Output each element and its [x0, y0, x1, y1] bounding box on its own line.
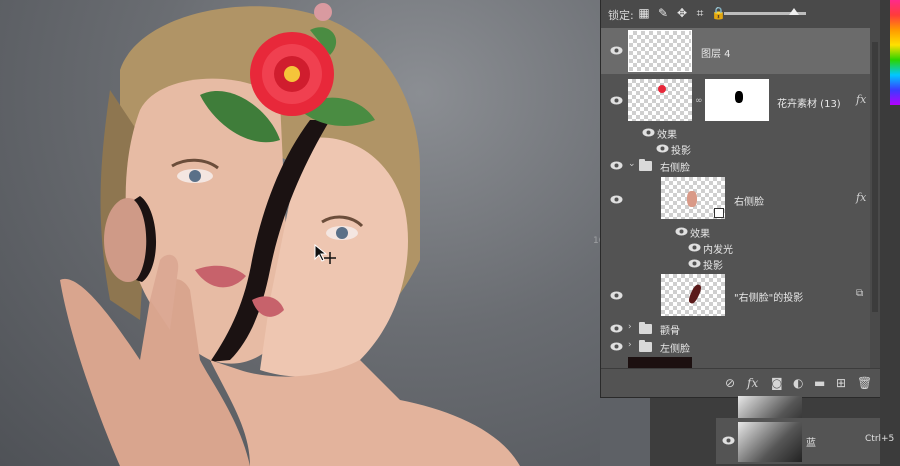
effects-header-row[interactable]: 效果: [601, 223, 871, 240]
layer-thumbnail: [661, 274, 725, 316]
folder-icon[interactable]: ▬: [814, 376, 825, 390]
effect-label: 效果: [657, 130, 677, 141]
layer-thumbnail: [628, 79, 692, 121]
folder-icon: [639, 159, 652, 171]
new-layer-icon[interactable]: ⊞: [836, 376, 846, 390]
layer-thumbnail: [628, 30, 692, 72]
mask-icon[interactable]: ◙: [771, 376, 783, 390]
layer-row-layer4[interactable]: 图层 4: [601, 28, 871, 74]
eye-icon[interactable]: [610, 96, 623, 105]
scrollbar[interactable]: [870, 28, 880, 368]
layer-row-right-face[interactable]: 右侧脸 fx: [601, 175, 871, 223]
panel-toolbar: ⊘ fx ◙ ◐ ▬ ⊞ 🗑: [601, 368, 880, 397]
fx-icon[interactable]: fx: [747, 376, 758, 390]
layers-panel: 锁定: ▦ ✎ ✥ ⌗ 🔒 图层 4 ∞ 花卉素材 (13) fx 效果 投影: [600, 0, 880, 398]
eye-icon[interactable]: [610, 46, 623, 55]
eye-icon[interactable]: [722, 436, 735, 445]
group-name: 左侧脸: [660, 344, 690, 355]
chevron-right-icon[interactable]: ›: [628, 322, 632, 332]
layer-row-right-face-shadow[interactable]: "右侧脸"的投影 ⧉: [601, 272, 871, 318]
chevron-right-icon[interactable]: ›: [628, 340, 632, 350]
effect-label: 投影: [703, 261, 723, 272]
eye-icon[interactable]: [688, 243, 701, 252]
eye-icon[interactable]: [675, 227, 688, 236]
effect-label: 内发光: [703, 245, 733, 256]
effect-label: 投影: [671, 146, 691, 157]
eye-icon[interactable]: [610, 195, 623, 204]
move-cursor-icon: [314, 244, 336, 264]
group-row-cheekbone[interactable]: › 颧骨: [601, 319, 871, 337]
transparency-lock-icon[interactable]: ▦: [638, 7, 650, 19]
eye-icon[interactable]: [610, 161, 623, 170]
fx-badge[interactable]: fx: [856, 93, 866, 106]
folder-icon: [639, 340, 652, 352]
eye-icon[interactable]: [610, 291, 623, 300]
group-name: 颧骨: [660, 326, 680, 337]
layer-mask-thumbnail[interactable]: [705, 79, 769, 121]
chevron-down-icon[interactable]: ⌄: [628, 159, 636, 169]
layer-name: 右侧脸: [734, 197, 764, 208]
group-row-left-face[interactable]: › 左侧脸: [601, 337, 871, 355]
adjustment-icon[interactable]: ◐: [793, 376, 803, 390]
red-flower: [250, 32, 334, 116]
effect-row-inner-glow[interactable]: 内发光: [601, 239, 871, 256]
channel-thumbnail: [738, 422, 802, 462]
crop-icon[interactable]: ⌗: [694, 7, 706, 19]
layer-thumbnail: [661, 177, 725, 219]
layer-name: 花卉素材 (13): [777, 99, 841, 110]
effect-row-shadow[interactable]: 投影: [601, 255, 871, 272]
layer-row-flower[interactable]: ∞ 花卉素材 (13) fx: [601, 76, 871, 124]
eye-icon[interactable]: [610, 324, 623, 333]
channel-shortcut: Ctrl+5: [865, 434, 895, 444]
effect-row-shadow[interactable]: 投影: [601, 140, 871, 157]
folder-icon: [639, 322, 652, 334]
scroll-thumb[interactable]: [872, 42, 878, 312]
eye-icon[interactable]: [688, 259, 701, 268]
eye-icon[interactable]: [642, 128, 655, 137]
lock-bar: 锁定: ▦ ✎ ✥ ⌗ 🔒: [601, 0, 880, 29]
eye-icon[interactable]: [656, 144, 669, 153]
trash-icon[interactable]: 🗑: [857, 376, 872, 390]
effect-label: 效果: [690, 229, 710, 240]
brush-icon[interactable]: ✎: [657, 7, 669, 19]
lock-label: 锁定:: [608, 9, 634, 22]
canvas-artwork[interactable]: [0, 0, 600, 466]
group-name: 右侧脸: [660, 163, 690, 174]
effects-header-row[interactable]: 效果: [601, 124, 871, 141]
color-spectrum[interactable]: [890, 0, 900, 105]
group-row-right-face[interactable]: ⌄ 右侧脸: [601, 156, 871, 174]
smart-filter-icon[interactable]: ⧉: [856, 288, 863, 299]
move-icon[interactable]: ✥: [676, 7, 688, 19]
link-icon[interactable]: ∞: [695, 96, 703, 106]
lock-icon[interactable]: 🔒: [711, 7, 726, 19]
layer-name: 图层 4: [701, 49, 731, 60]
portrait-illustration: [60, 3, 520, 466]
fx-badge[interactable]: fx: [856, 191, 866, 204]
channels-panel: [650, 396, 880, 466]
channel-name: 蓝: [806, 438, 816, 449]
layer-name: "右侧脸"的投影: [734, 293, 804, 304]
eye-icon[interactable]: [610, 342, 623, 351]
fill-slider-thumb[interactable]: [789, 8, 799, 15]
link-icon[interactable]: ⊘: [725, 376, 735, 390]
